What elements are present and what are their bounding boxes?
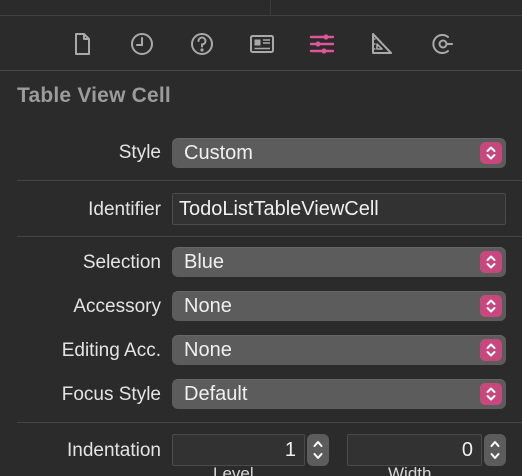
tab-attributes-inspector[interactable] xyxy=(305,27,339,61)
ruler-triangle-icon xyxy=(372,33,392,54)
indentation-width-field[interactable]: 0 xyxy=(347,434,482,466)
inspector-tab-bar xyxy=(0,17,522,71)
style-label: Style xyxy=(118,142,161,163)
selection-label: Selection xyxy=(82,252,161,273)
editing-accessory-label: Editing Acc. xyxy=(61,340,161,361)
indentation-width-caption: Width xyxy=(388,464,432,476)
stepper-arrows-icon xyxy=(313,441,323,459)
indentation-level-stepper[interactable] xyxy=(307,434,329,466)
focus-style-popup[interactable]: Default xyxy=(172,379,506,409)
top-divider xyxy=(270,0,271,16)
tab-connections-inspector[interactable] xyxy=(425,27,459,61)
accessory-popup[interactable]: None xyxy=(172,291,506,321)
document-icon xyxy=(75,33,90,55)
id-card-icon xyxy=(250,35,274,53)
editing-accessory-value: None xyxy=(184,339,232,361)
focus-style-value: Default xyxy=(184,383,248,405)
question-mark-icon xyxy=(191,33,213,55)
divider xyxy=(17,236,522,237)
accessory-value: None xyxy=(184,295,232,317)
tab-size-inspector[interactable] xyxy=(365,27,399,61)
divider xyxy=(17,180,522,181)
identifier-label: Identifier xyxy=(88,199,161,220)
indentation-level-caption: Level xyxy=(213,464,254,476)
indentation-level-field[interactable]: 1 xyxy=(172,434,305,466)
divider xyxy=(17,422,522,423)
focus-style-label: Focus Style xyxy=(61,384,161,405)
identifier-field[interactable]: TodoListTableViewCell xyxy=(172,193,506,225)
chevron-updown-icon xyxy=(480,339,502,361)
section-title: Table View Cell xyxy=(17,84,171,107)
selection-popup[interactable]: Blue xyxy=(172,247,506,277)
connection-arrow-icon xyxy=(432,34,453,54)
tab-quick-help-inspector[interactable] xyxy=(185,27,219,61)
indentation-level-value: 1 xyxy=(284,439,296,461)
tab-file-inspector[interactable] xyxy=(65,27,99,61)
stepper-arrows-icon xyxy=(490,441,500,459)
tab-history-inspector[interactable] xyxy=(125,27,159,61)
chevron-updown-icon xyxy=(480,251,502,273)
chevron-updown-icon xyxy=(480,142,502,164)
indentation-width-stepper[interactable] xyxy=(484,434,506,466)
chevron-updown-icon xyxy=(480,295,502,317)
top-strip xyxy=(0,0,522,16)
clock-icon xyxy=(131,33,153,55)
selection-value: Blue xyxy=(184,251,225,273)
indentation-label: Indentation xyxy=(66,440,161,461)
indentation-width-value: 0 xyxy=(461,439,473,461)
chevron-updown-icon xyxy=(480,383,502,405)
tab-identity-inspector[interactable] xyxy=(245,27,279,61)
identifier-value: TodoListTableViewCell xyxy=(179,198,379,220)
sliders-icon xyxy=(309,34,335,54)
editing-accessory-popup[interactable]: None xyxy=(172,335,506,365)
style-value: Custom xyxy=(184,142,253,164)
accessory-label: Accessory xyxy=(73,296,161,317)
style-popup[interactable]: Custom xyxy=(172,138,506,168)
